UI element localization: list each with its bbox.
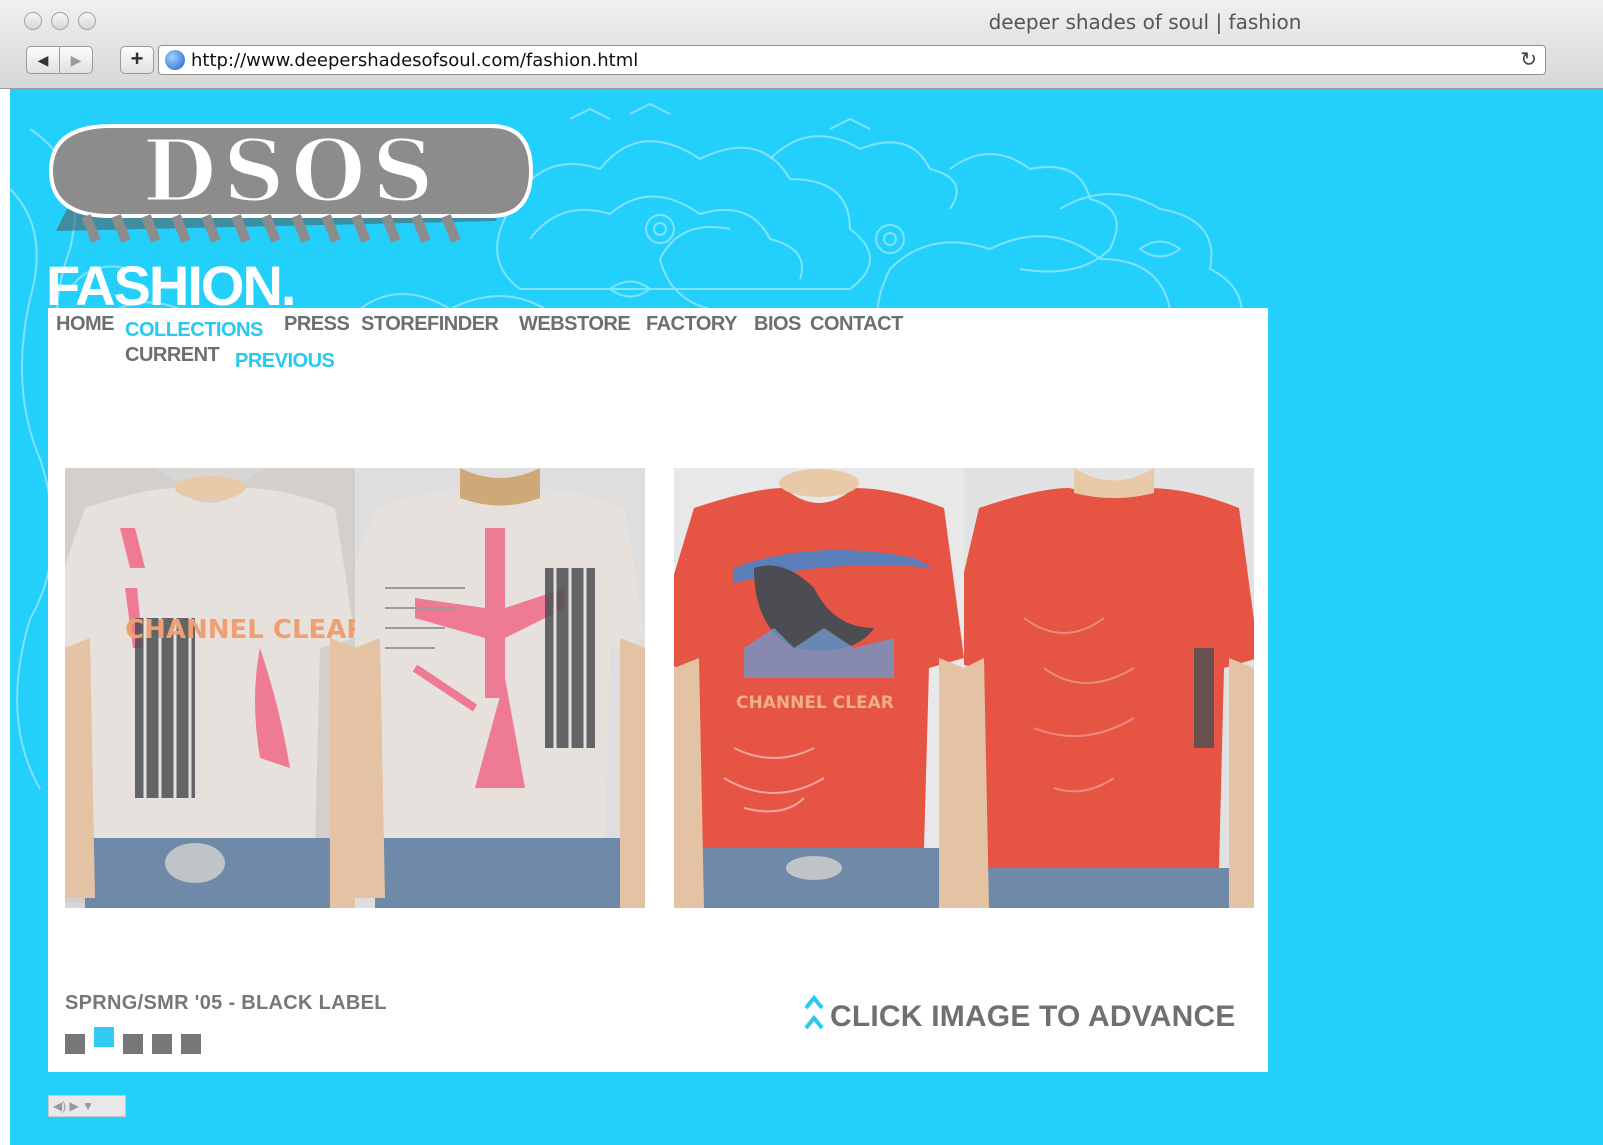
shirt-photo-light-front[interactable]: CHANNEL CLEAR — [65, 468, 355, 908]
nav-collections[interactable]: COLLECTIONS — [125, 319, 263, 342]
pagination-square-4[interactable] — [152, 1034, 172, 1054]
shirt-photo-light-back[interactable] — [355, 468, 645, 908]
advance-arrow-icon — [804, 994, 824, 1030]
nav-home[interactable]: HOME — [56, 313, 115, 336]
shirt-photo-red-front[interactable]: CHANNEL CLEAR — [674, 468, 964, 908]
dsos-logo[interactable]: DSOS — [46, 111, 536, 251]
add-bookmark-button[interactable]: + — [120, 46, 154, 74]
nav-press[interactable]: PRESS — [284, 313, 350, 336]
globe-icon — [165, 50, 185, 70]
browser-toolbar: deeper shades of soul | fashion ◀ ▶ + ht… — [0, 0, 1603, 89]
subnav-current[interactable]: CURRENT — [125, 344, 220, 367]
pagination-square-1[interactable] — [65, 1034, 85, 1054]
content-panel: HOME COLLECTIONS PRESS STOREFINDER WEBST… — [48, 308, 1268, 1072]
nav-bios[interactable]: BIOS — [754, 313, 801, 336]
pagination-square-5[interactable] — [181, 1034, 201, 1054]
window-title: deeper shades of soul | fashion — [988, 10, 1302, 34]
logo-text: DSOS — [142, 121, 440, 222]
url-text[interactable]: http://www.deepershadesofsoul.com/fashio… — [191, 50, 638, 71]
pagination-square-2[interactable] — [94, 1027, 114, 1047]
web-page: DSOS FASHION. HOME COLLECTIONS PRESS STO… — [10, 89, 1603, 1145]
window-left-edge — [0, 89, 10, 1145]
nav-factory[interactable]: FACTORY — [646, 313, 737, 336]
advance-instruction: CLICK IMAGE TO ADVANCE — [830, 1000, 1236, 1033]
back-arrow-icon: ◀ — [37, 52, 49, 68]
media-player-controls[interactable]: ◀) ▶ ▼ — [48, 1095, 126, 1117]
shirt-photo-red-back[interactable] — [964, 468, 1254, 908]
reload-icon[interactable]: ↻ — [1520, 47, 1537, 72]
address-bar[interactable]: http://www.deepershadesofsoul.com/fashio… — [158, 45, 1546, 75]
forward-arrow-icon: ▶ — [70, 52, 82, 68]
back-button[interactable]: ◀ — [26, 46, 60, 74]
collection-label: SPRNG/SMR '05 - BLACK LABEL — [65, 992, 387, 1014]
forward-button[interactable]: ▶ — [59, 46, 93, 74]
svg-text:CHANNEL CLEAR: CHANNEL CLEAR — [736, 693, 894, 713]
pagination-square-3[interactable] — [123, 1034, 143, 1054]
svg-text:CHANNEL CLEAR: CHANNEL CLEAR — [125, 615, 355, 645]
nav-storefinder[interactable]: STOREFINDER — [361, 313, 499, 336]
nav-webstore[interactable]: WEBSTORE — [519, 313, 631, 336]
nav-contact[interactable]: CONTACT — [810, 313, 903, 336]
media-controls-glyphs[interactable]: ◀) ▶ ▼ — [49, 1099, 94, 1113]
subnav-previous[interactable]: PREVIOUS — [235, 350, 335, 373]
plus-icon: + — [130, 46, 144, 71]
